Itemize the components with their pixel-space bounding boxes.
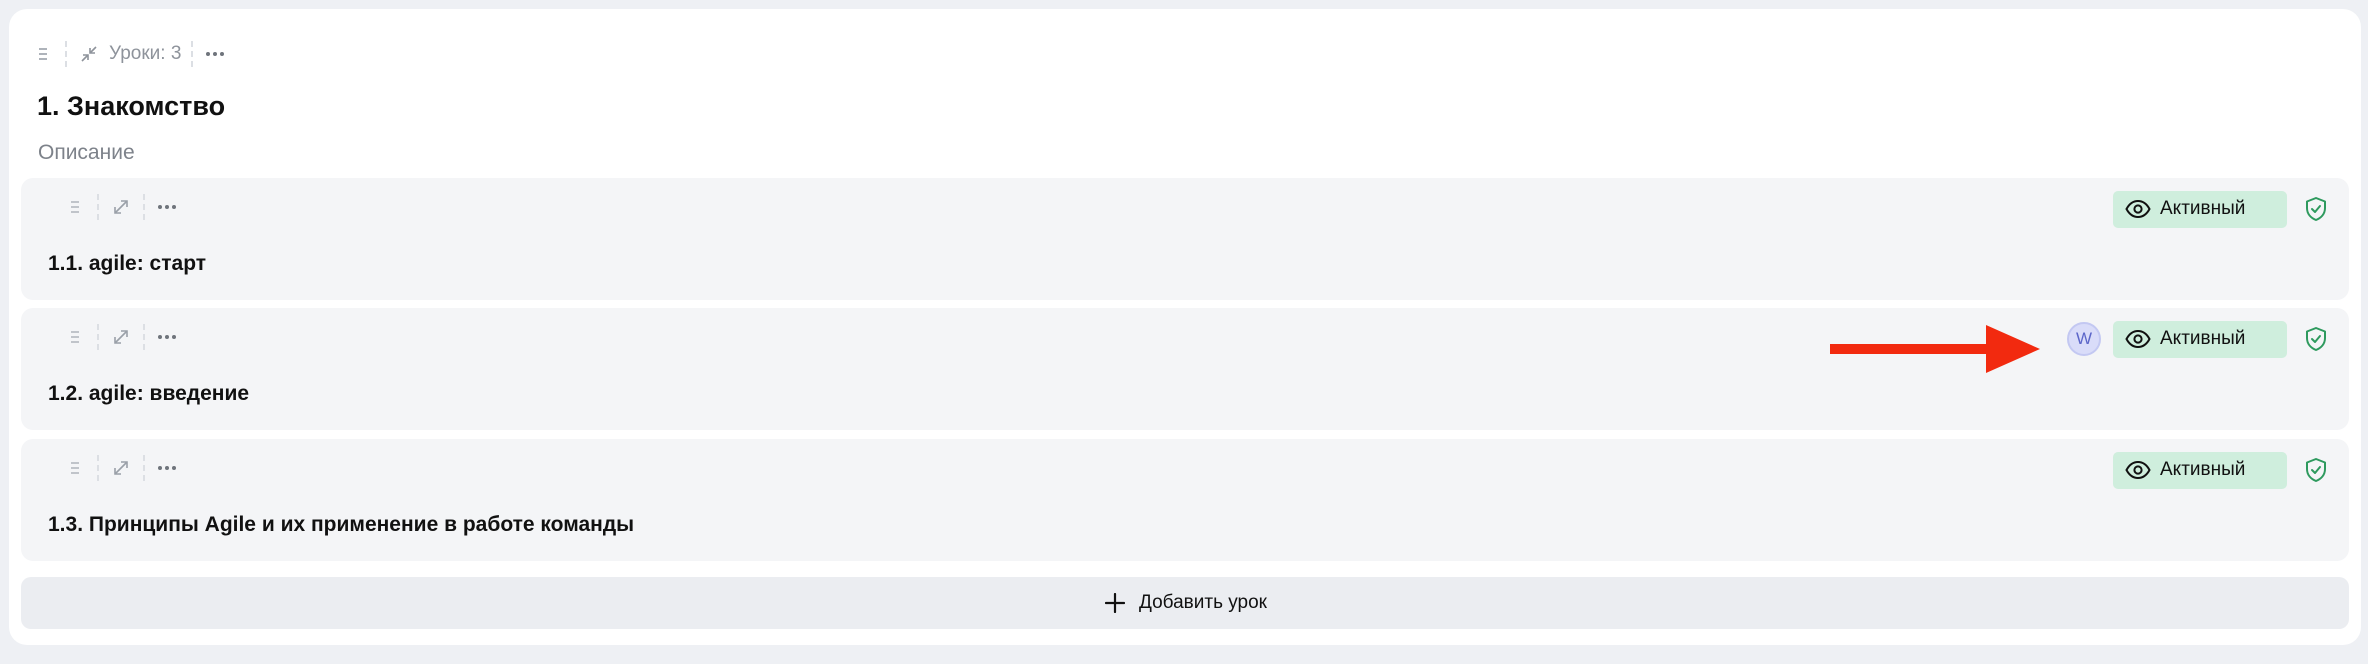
status-label: Активный [2160, 328, 2246, 349]
toolbar-divider [97, 324, 99, 350]
lesson-card[interactable]: 1.3. Принципы Agile и их применение в ра… [21, 439, 2349, 561]
status-badge[interactable]: Активный [2113, 190, 2287, 228]
toolbar-divider [97, 194, 99, 220]
more-icon[interactable] [199, 38, 231, 70]
collapse-icon[interactable] [73, 38, 105, 70]
lesson-toolbar [59, 321, 183, 353]
status-badge[interactable]: Активный [2113, 320, 2287, 358]
toolbar-divider [191, 41, 194, 67]
status-badge[interactable]: Активный [2113, 451, 2287, 489]
module-description[interactable]: Описание [38, 141, 135, 165]
more-icon[interactable] [151, 321, 183, 353]
eye-icon [2125, 199, 2153, 219]
module-title: 1. Знакомство [37, 91, 226, 121]
lesson-title[interactable]: 1.2. agile: введение [48, 382, 249, 406]
module-toolbar: Уроки: 3 [27, 38, 231, 70]
annotation-arrow-icon [1830, 325, 2040, 373]
lesson-title[interactable]: 1.3. Принципы Agile и их применение в ра… [48, 513, 634, 537]
shield-check-icon[interactable] [2299, 322, 2333, 356]
lesson-status-area: Активный [2113, 451, 2333, 489]
toolbar-divider [143, 455, 145, 481]
status-label: Активный [2160, 198, 2246, 219]
lesson-card[interactable]: 1.1. agile: старт Активный [21, 178, 2349, 300]
drag-handle-icon[interactable] [59, 191, 91, 223]
lessons-count: Уроки: 3 [109, 43, 182, 64]
eye-icon [2125, 460, 2153, 480]
more-icon[interactable] [151, 452, 183, 484]
drag-handle-icon[interactable] [59, 321, 91, 353]
expand-icon[interactable] [105, 321, 137, 353]
lesson-toolbar [59, 452, 183, 484]
lesson-status-area: W Активный [2067, 320, 2333, 358]
plus-icon [1103, 591, 1127, 615]
lesson-title[interactable]: 1.1. agile: старт [48, 252, 206, 276]
eye-icon [2125, 329, 2153, 349]
drag-handle-icon[interactable] [27, 38, 59, 70]
status-label: Активный [2160, 459, 2246, 480]
shield-check-icon[interactable] [2299, 453, 2333, 487]
shield-check-icon[interactable] [2299, 192, 2333, 226]
lesson-toolbar [59, 191, 183, 223]
drag-handle-icon[interactable] [59, 452, 91, 484]
add-lesson-button[interactable]: Добавить урок [21, 577, 2349, 629]
toolbar-divider [143, 324, 145, 350]
expand-icon[interactable] [105, 191, 137, 223]
toolbar-divider [143, 194, 145, 220]
more-icon[interactable] [151, 191, 183, 223]
add-lesson-label: Добавить урок [1139, 592, 1267, 613]
toolbar-divider [97, 455, 99, 481]
expand-icon[interactable] [105, 452, 137, 484]
lesson-status-area: Активный [2113, 190, 2333, 228]
avatar[interactable]: W [2067, 322, 2101, 356]
toolbar-divider [65, 41, 67, 67]
